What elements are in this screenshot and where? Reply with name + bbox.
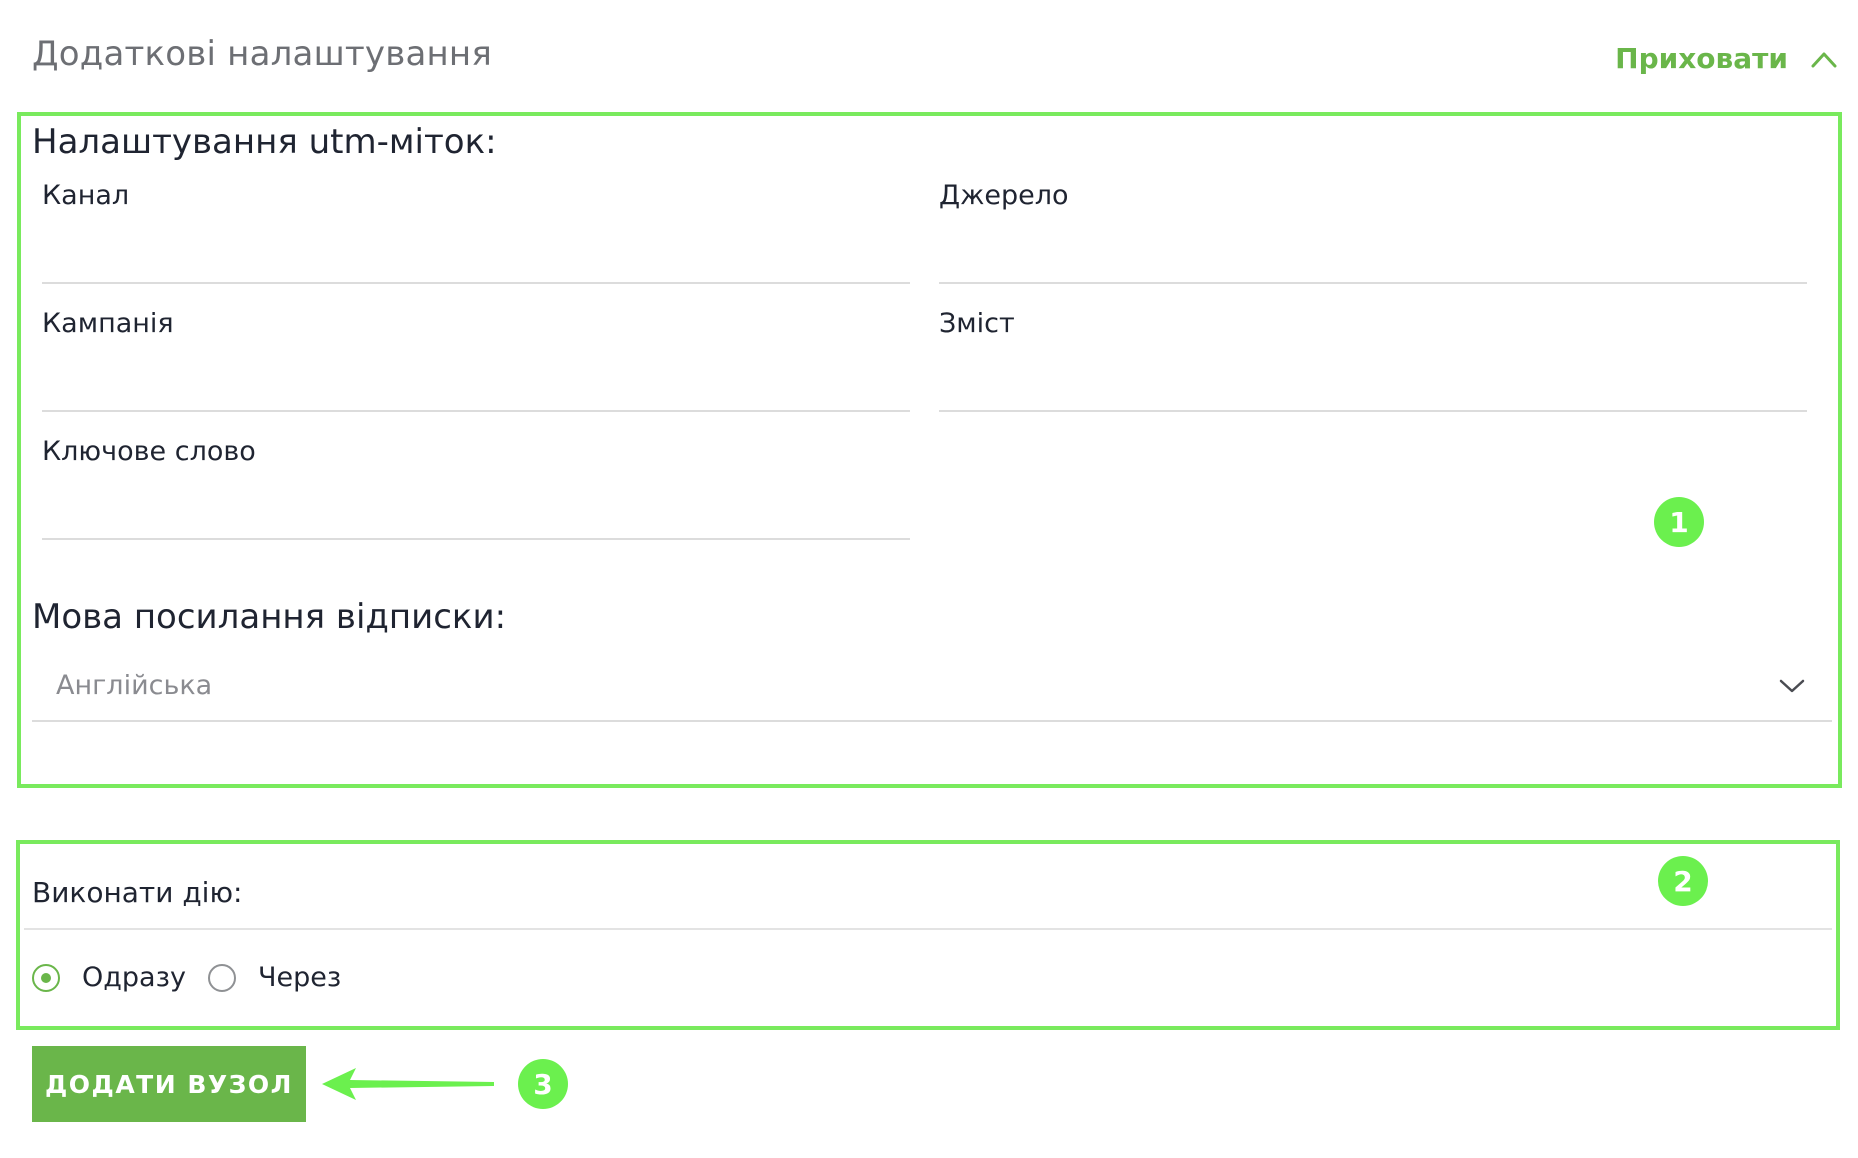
- radio-immediately-label: Одразу: [82, 962, 186, 993]
- radio-immediately[interactable]: Одразу: [32, 962, 186, 993]
- utm-settings-title: Налаштування utm-міток:: [32, 122, 497, 162]
- highlight-frame-action: [16, 840, 1840, 1030]
- utm-channel-label: Канал: [42, 180, 130, 211]
- section-title: Додаткові налаштування: [32, 34, 492, 74]
- utm-keyword-field: Ключове слово: [32, 436, 910, 540]
- utm-content-label: Зміст: [939, 308, 1015, 339]
- action-label: Виконати дію:: [32, 876, 243, 909]
- arrow-left-icon: [322, 1068, 494, 1100]
- utm-source-field: Джерело: [929, 180, 1807, 284]
- divider: [24, 928, 1832, 930]
- utm-keyword-label: Ключове слово: [42, 436, 256, 467]
- hide-toggle-label: Приховати: [1615, 42, 1788, 75]
- radio-delay[interactable]: Через: [207, 962, 342, 993]
- utm-channel-input[interactable]: [42, 236, 910, 284]
- unsubscribe-language-value: Англійська: [56, 670, 213, 701]
- utm-campaign-input[interactable]: [42, 364, 910, 412]
- annotation-badge-1: 1: [1654, 497, 1704, 547]
- chevron-up-icon: [1811, 52, 1837, 67]
- action-timing-radio-group: Одразу Через: [32, 962, 341, 993]
- unsubscribe-language-title: Мова посилання відписки:: [32, 597, 507, 637]
- utm-channel-field: Канал: [32, 180, 910, 284]
- utm-content-field: Зміст: [929, 308, 1807, 412]
- utm-source-input[interactable]: [939, 236, 1807, 284]
- chevron-down-icon: [1779, 679, 1805, 693]
- utm-keyword-input[interactable]: [42, 492, 910, 540]
- annotation-badge-3: 3: [518, 1059, 568, 1109]
- hide-toggle[interactable]: Приховати: [1615, 42, 1838, 75]
- utm-source-label: Джерело: [939, 180, 1069, 211]
- radio-delay-label: Через: [257, 962, 342, 993]
- utm-content-input[interactable]: [939, 364, 1807, 412]
- add-node-button[interactable]: ДОДАТИ ВУЗОЛ: [32, 1046, 306, 1122]
- utm-campaign-field: Кампанія: [32, 308, 910, 412]
- radio-unchecked-icon: [207, 963, 236, 992]
- unsubscribe-language-select[interactable]: Англійська: [32, 660, 1832, 722]
- utm-campaign-label: Кампанія: [42, 308, 174, 339]
- annotation-badge-2: 2: [1658, 856, 1708, 906]
- radio-checked-icon: [32, 963, 60, 992]
